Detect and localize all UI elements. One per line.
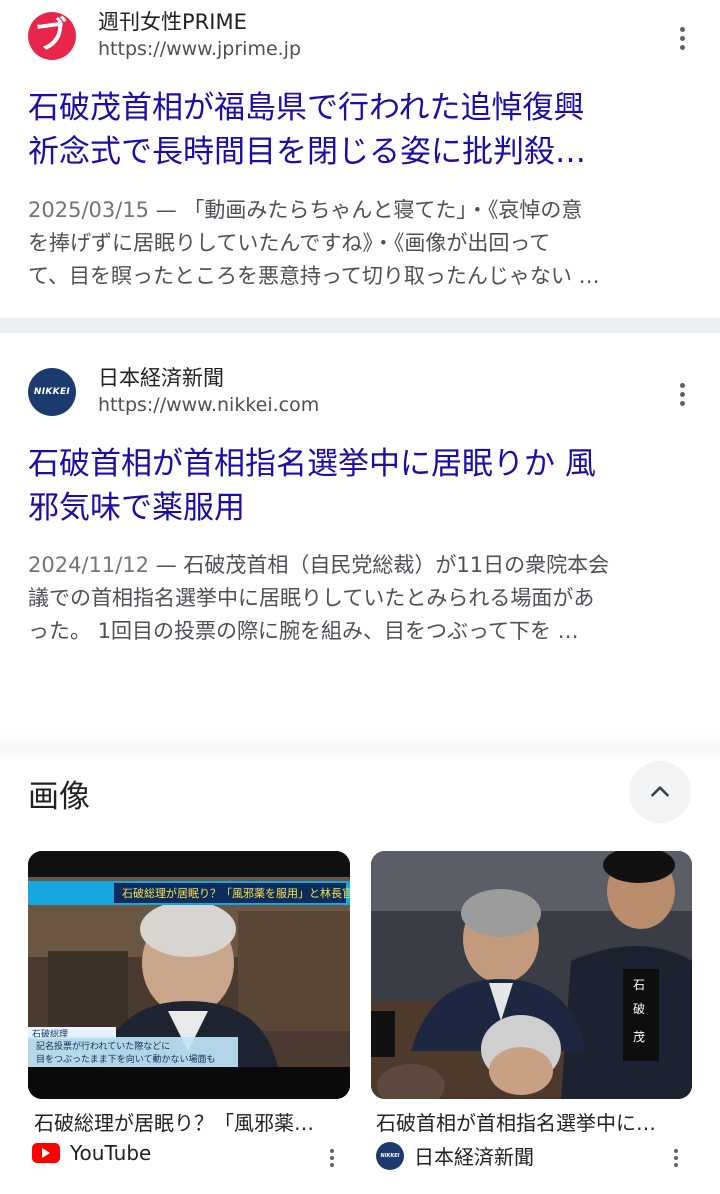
- more-options-icon[interactable]: [668, 374, 696, 414]
- result-separator: [0, 318, 720, 333]
- image-source[interactable]: YouTube: [32, 1141, 151, 1165]
- search-result-jprime[interactable]: ブ 週刊女性PRIME https://www.jprime.jp 石破茂首相が…: [0, 0, 720, 318]
- nikkei-logo-icon: NIKKEI: [28, 368, 76, 416]
- image-title[interactable]: 石破総理が居眠り？「風邪薬…: [34, 1107, 334, 1136]
- youtube-icon: [32, 1143, 60, 1163]
- site-url[interactable]: https://www.jprime.jp: [98, 38, 301, 60]
- more-options-icon[interactable]: [324, 1145, 340, 1171]
- section-divider: [0, 735, 720, 759]
- news-video-still: 石破総理が居眠り？「風邪薬を服用」と林長官が説明 石破総理 記名投票が行われてい…: [28, 851, 350, 1099]
- svg-text:目をつぶったまま下を向いて動かない場面も: 目をつぶったまま下を向いて動かない場面も: [36, 1053, 215, 1065]
- result-title-link[interactable]: 石破首相が首相指名選挙中に居眠りか 風 邪気味で薬服用: [28, 442, 678, 530]
- svg-text:石: 石: [633, 978, 645, 992]
- images-heading: 画像: [28, 779, 90, 815]
- image-thumbnail-nikkei[interactable]: 石 破 茂: [371, 851, 692, 1099]
- more-options-icon[interactable]: [668, 18, 696, 58]
- svg-text:茂: 茂: [633, 1030, 645, 1044]
- site-url[interactable]: https://www.nikkei.com: [98, 394, 319, 416]
- result-date: 2024/11/12: [28, 553, 150, 577]
- image-thumbnail-youtube[interactable]: 石破総理が居眠り？「風邪薬を服用」と林長官が説明 石破総理 記名投票が行われてい…: [28, 851, 350, 1099]
- image-source[interactable]: NIKKEI 日本経済新聞: [376, 1141, 534, 1170]
- svg-text:破: 破: [633, 1001, 645, 1016]
- result-title-link[interactable]: 石破茂首相が福島県で行われた追悼復興 祈念式で長時間目を閉じる姿に批判殺…: [28, 86, 678, 174]
- more-options-icon[interactable]: [668, 1145, 684, 1171]
- result-date: 2025/03/15: [28, 198, 150, 222]
- nikkei-icon: NIKKEI: [376, 1141, 404, 1170]
- images-section: 画像 石破総理が居眠り？「風邪薬を服用」と林長官が説明 石破総理 記名投票が行わ…: [0, 759, 720, 1194]
- site-name: 日本経済新聞: [98, 366, 224, 390]
- parliament-photo: 石 破 茂: [371, 851, 692, 1099]
- result-snippet: 2024/11/12 — 石破茂首相（自民党総裁）が11日の衆院本会 議での首相…: [28, 553, 610, 643]
- result-snippet: 2025/03/15 — 「動画みたらちゃんと寝てた」・《哀悼の意 を捧げずに居…: [28, 198, 600, 288]
- site-name: 週刊女性PRIME: [98, 10, 247, 34]
- image-title[interactable]: 石破首相が首相指名選挙中に…: [376, 1107, 676, 1136]
- svg-text:記名投票が行われていた際などに: 記名投票が行われていた際などに: [36, 1040, 170, 1052]
- jprime-logo-icon: ブ: [28, 12, 76, 60]
- collapse-button[interactable]: [629, 761, 691, 823]
- chevron-up-icon: [651, 786, 669, 797]
- svg-text:石破総理が居眠り？「風邪薬を服用」と林長官が説明: 石破総理が居眠り？「風邪薬を服用」と林長官が説明: [122, 886, 350, 900]
